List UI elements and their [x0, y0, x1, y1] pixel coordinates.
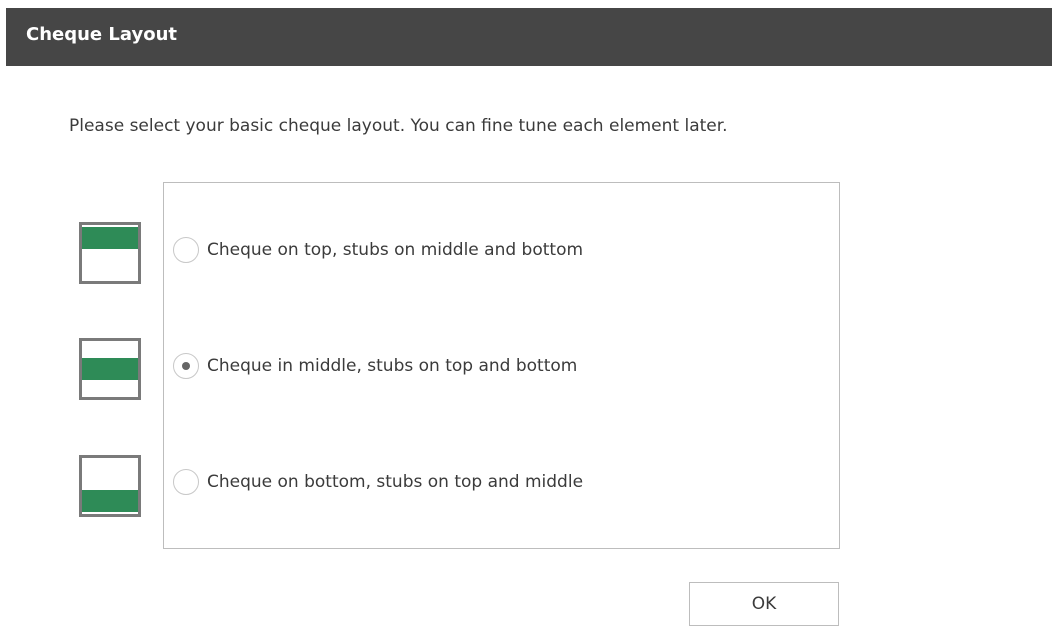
- option-label: Cheque on bottom, stubs on top and middl…: [207, 472, 584, 492]
- cheque-middle-layout-icon: [79, 338, 141, 400]
- radio-button-selected[interactable]: [173, 353, 199, 379]
- cheque-top-layout-icon: [79, 222, 141, 284]
- cheque-band: [82, 358, 138, 380]
- cheque-band: [82, 490, 138, 512]
- radio-button[interactable]: [173, 237, 199, 263]
- cheque-band: [82, 227, 138, 249]
- instructions-text: Please select your basic cheque layout. …: [69, 116, 728, 136]
- dialog-title: Cheque Layout: [26, 24, 177, 45]
- option-cheque-on-bottom[interactable]: Cheque on bottom, stubs on top and middl…: [173, 467, 583, 497]
- option-label: Cheque on top, stubs on middle and botto…: [207, 240, 584, 260]
- ok-button[interactable]: OK: [689, 582, 839, 626]
- option-cheque-on-top[interactable]: Cheque on top, stubs on middle and botto…: [173, 235, 583, 265]
- dialog-titlebar: Cheque Layout: [6, 8, 1052, 66]
- option-label: Cheque in middle, stubs on top and botto…: [207, 356, 578, 376]
- radio-button[interactable]: [173, 469, 199, 495]
- option-cheque-in-middle[interactable]: Cheque in middle, stubs on top and botto…: [173, 351, 577, 381]
- cheque-bottom-layout-icon: [79, 455, 141, 517]
